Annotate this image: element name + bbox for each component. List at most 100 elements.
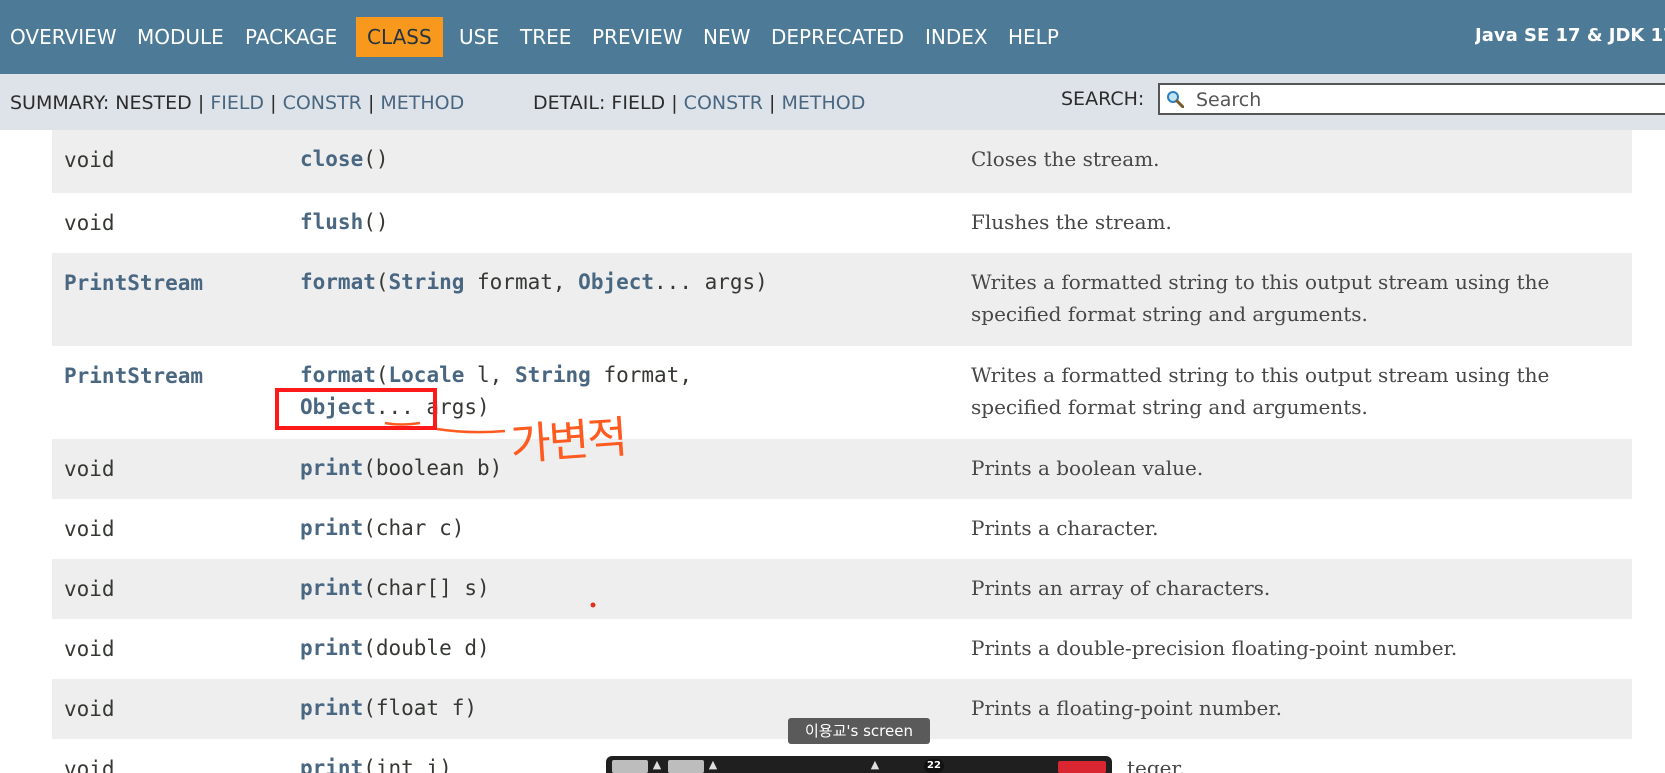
nav-index[interactable]: INDEX <box>925 17 988 57</box>
separator: | <box>270 92 277 114</box>
return-type: void <box>64 577 115 601</box>
method-params: format, <box>464 270 579 294</box>
nav-tree[interactable]: TREE <box>520 17 571 57</box>
nav-deprecated[interactable]: DEPRECATED <box>771 17 904 57</box>
return-type: void <box>64 148 115 172</box>
method-params: ... args) <box>654 270 768 294</box>
summary-field-link[interactable]: FIELD <box>210 92 264 114</box>
summary-nav: SUMMARY: NESTED | FIELD | CONSTR | METHO… <box>10 92 464 114</box>
summary-label: SUMMARY: <box>10 92 110 114</box>
method-link[interactable]: close <box>300 147 363 171</box>
method-description: Prints an array of characters. <box>971 576 1271 600</box>
table-row: void print(char[] s) Prints an array of … <box>52 559 1632 619</box>
type-link[interactable]: String <box>515 363 591 387</box>
annotation-highlight-box <box>275 388 437 430</box>
method-params: (double d) <box>363 636 490 660</box>
detail-nav: DETAIL: FIELD | CONSTR | METHOD <box>533 92 865 114</box>
method-summary-table: void close() Closes the stream. void flu… <box>0 130 1665 773</box>
nav-help[interactable]: HELP <box>1008 17 1059 57</box>
table-row: void print(char c) Prints a character. <box>52 499 1632 559</box>
method-signature: print(int i) <box>300 752 452 773</box>
detail-label: DETAIL: <box>533 92 606 114</box>
method-description: Writes a formatted string to this output… <box>971 270 1550 326</box>
method-signature: print(float f) <box>300 692 477 724</box>
method-params: (int i) <box>363 756 452 773</box>
search-input[interactable] <box>1194 87 1658 113</box>
return-type-link[interactable]: PrintStream <box>64 271 203 295</box>
summary-nested: NESTED <box>115 92 192 114</box>
chevron-up-icon[interactable]: ▲ <box>706 758 720 772</box>
method-params: (boolean b) <box>363 456 503 480</box>
type-link[interactable]: Locale <box>389 363 465 387</box>
return-type: void <box>64 517 115 541</box>
method-signature: print(char[] s) <box>300 572 490 604</box>
method-params: l, <box>464 363 515 387</box>
java-version-title: Java SE 17 & JDK 17 <box>1475 25 1665 46</box>
screen-share-toolbar: ▲ ▲ ▲ 22 <box>606 756 1112 773</box>
nav-new[interactable]: NEW <box>703 17 750 57</box>
method-link[interactable]: print <box>300 636 363 660</box>
search-box[interactable] <box>1158 83 1665 115</box>
method-signature: print(double d) <box>300 632 490 664</box>
method-link[interactable]: flush <box>300 210 363 234</box>
chevron-up-icon[interactable]: ▲ <box>868 758 882 772</box>
return-type: void <box>64 211 115 235</box>
return-type: void <box>64 637 115 661</box>
method-signature: print(boolean b) <box>300 452 502 484</box>
method-description: Prints a character. <box>971 516 1159 540</box>
nav-class[interactable]: CLASS <box>356 17 443 57</box>
method-params: ( <box>375 270 389 294</box>
chevron-up-icon[interactable]: ▲ <box>650 758 664 772</box>
separator: | <box>671 92 678 114</box>
return-type-link[interactable]: PrintStream <box>64 364 203 388</box>
method-description: teger. <box>1127 756 1186 773</box>
nav-module[interactable]: MODULE <box>137 17 224 57</box>
method-link[interactable]: print <box>300 696 363 720</box>
method-link[interactable]: print <box>300 516 363 540</box>
method-params: format, <box>590 363 692 387</box>
annotation-handwritten-text: 가변적 <box>508 412 628 471</box>
method-params: () <box>363 210 389 234</box>
nav-use[interactable]: USE <box>459 17 499 57</box>
summary-constr-link[interactable]: CONSTR <box>283 92 362 114</box>
method-description: Prints a double-precision floating-point… <box>971 636 1458 660</box>
stop-share-button[interactable] <box>1058 761 1106 773</box>
type-link[interactable]: Object <box>578 270 654 294</box>
method-link[interactable]: print <box>300 456 363 480</box>
return-type: void <box>64 457 115 481</box>
method-signature: close() <box>300 143 389 175</box>
nav-package[interactable]: PACKAGE <box>245 17 337 57</box>
summary-method-link[interactable]: METHOD <box>380 92 464 114</box>
separator: | <box>197 92 205 114</box>
method-signature: print(char c) <box>300 512 464 544</box>
method-link[interactable]: print <box>300 576 363 600</box>
detail-constr-link[interactable]: CONSTR <box>684 92 763 114</box>
search-label: SEARCH: <box>1061 88 1145 110</box>
separator: | <box>367 92 375 114</box>
sub-navbar: SUMMARY: NESTED | FIELD | CONSTR | METHO… <box>0 74 1665 130</box>
method-description: Prints a boolean value. <box>971 456 1204 480</box>
method-signature: format(String format, Object... args) <box>300 266 768 298</box>
detail-field: FIELD <box>611 92 666 114</box>
search-icon <box>1167 91 1184 108</box>
table-row: PrintStream format(String format, Object… <box>52 253 1632 346</box>
table-row: void print(double d) Prints a double-pre… <box>52 619 1632 679</box>
method-link[interactable]: print <box>300 756 363 773</box>
method-description: Prints a floating-point number. <box>971 696 1283 720</box>
nav-overview[interactable]: OVERVIEW <box>10 17 117 57</box>
nav-preview[interactable]: PREVIEW <box>592 17 683 57</box>
method-params: ( <box>375 363 389 387</box>
method-link[interactable]: format <box>300 363 376 387</box>
method-link[interactable]: format <box>300 270 376 294</box>
detail-method-link[interactable]: METHOD <box>781 92 865 114</box>
method-params: (char[] s) <box>363 576 490 600</box>
method-description: Flushes the stream. <box>971 210 1172 234</box>
separator: | <box>769 92 776 114</box>
return-type: void <box>64 697 115 721</box>
toolbar-button[interactable] <box>668 760 704 773</box>
method-description: Writes a formatted string to this output… <box>971 363 1550 419</box>
toolbar-button[interactable] <box>612 760 648 773</box>
type-link[interactable]: String <box>389 270 465 294</box>
method-params: (float f) <box>363 696 478 720</box>
method-signature: flush() <box>300 206 389 238</box>
